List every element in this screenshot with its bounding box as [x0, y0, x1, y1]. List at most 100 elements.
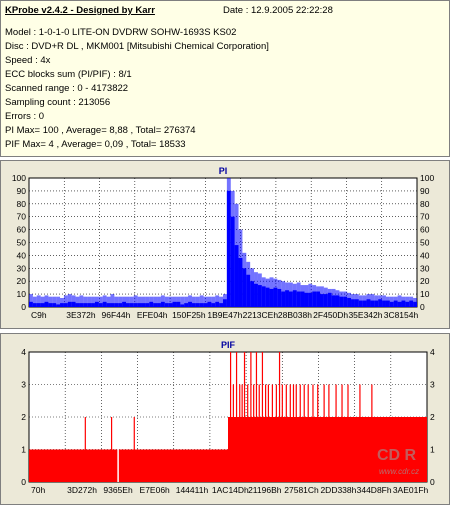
pi-bar [362, 300, 367, 307]
pi-bar [347, 297, 352, 307]
pi-bar [215, 301, 220, 307]
pi-bar [110, 303, 115, 307]
pi-bar [67, 301, 72, 307]
pi-bar [308, 292, 313, 307]
pi-ytick-right: 80 [420, 199, 430, 209]
pi-ytick-left: 70 [17, 212, 27, 222]
pi-bar [323, 294, 328, 307]
pi-bar [300, 291, 305, 307]
info-speed: Speed : 4x [5, 55, 51, 66]
pi-bar [285, 290, 289, 307]
pi-bar [29, 301, 33, 307]
pi-bar [226, 190, 231, 307]
pi-bar [32, 303, 37, 307]
pi-bar [44, 301, 49, 307]
pi-bar [149, 301, 154, 307]
pi-bar [257, 285, 262, 307]
pi-bar [172, 301, 177, 307]
pi-bar [60, 303, 64, 307]
pi-bar [405, 301, 410, 307]
pif-xtick: 2DD338h [320, 485, 356, 495]
pif-spike [247, 384, 249, 482]
pif-spike [347, 384, 349, 482]
pif-spike [110, 417, 113, 482]
pi-ytick-right: 100 [420, 173, 434, 183]
pi-bar [312, 291, 317, 307]
pif-spike [275, 384, 277, 482]
pi-bar [269, 288, 274, 307]
pif-spike [239, 384, 241, 482]
pi-bar [133, 303, 138, 307]
pi-bar [219, 303, 223, 307]
pi-bar [335, 295, 340, 307]
pif-xtick: 3D272h [67, 485, 97, 495]
pi-bar [168, 303, 173, 307]
pif-spike [307, 384, 309, 482]
pi-bar [413, 301, 417, 307]
pi-bar [320, 294, 324, 307]
pi-bar [277, 288, 282, 307]
pi-bar [331, 295, 336, 307]
pi-bar [250, 281, 255, 307]
pif-chart-title: PIF [221, 340, 236, 350]
pif-ytick-left: 2 [21, 412, 26, 422]
pif-xtick: 27581Ch [284, 485, 319, 495]
pi-bar [366, 299, 371, 307]
pi-plot-area [28, 177, 418, 308]
pif-spike [235, 352, 238, 482]
pif-ytick-right: 2 [430, 412, 435, 422]
pi-ytick-right: 70 [420, 212, 430, 222]
pi-bar [199, 303, 204, 307]
pif-spike [232, 384, 234, 482]
pi-bar [98, 303, 103, 307]
pi-xtick: 3E372h [66, 310, 96, 320]
pi-bar [184, 303, 189, 307]
pi-bar [238, 257, 243, 307]
pi-bar [114, 303, 119, 307]
pi-bar [203, 303, 208, 307]
pif-spike [295, 384, 297, 482]
pi-bar [273, 287, 278, 307]
pi-ytick-left: 0 [21, 302, 26, 312]
info-ecc: ECC blocks sum (PI/PIF) : 8/1 [5, 69, 132, 80]
pi-bar [118, 303, 123, 307]
pi-bar [137, 303, 142, 307]
pi-bar [292, 290, 297, 307]
kprobe-window: KProbe v2.4.2 - Designed by Karr Date : … [0, 0, 450, 505]
pif-spike [84, 417, 86, 482]
pif-spike [289, 384, 291, 482]
pif-ytick-right: 4 [430, 347, 435, 357]
pi-xtick: C9h [31, 310, 47, 320]
pi-bar [180, 304, 185, 307]
pi-bar [389, 301, 394, 307]
pif-spike [261, 352, 264, 482]
pif-ytick-left: 1 [21, 445, 26, 455]
pi-ytick-left: 40 [17, 250, 27, 260]
pi-bar [281, 291, 286, 307]
pi-bar [176, 301, 181, 307]
pif-spike [317, 384, 319, 482]
pi-bar [261, 286, 266, 307]
pif-xtick: 1AC14Dh [212, 485, 249, 495]
pi-ytick-left: 30 [17, 263, 27, 273]
pi-bar [401, 300, 406, 307]
pi-xtick: 28B038h [278, 310, 312, 320]
pi-ytick-left: 80 [17, 199, 27, 209]
scan-date: Date : 12.9.2005 22:22:28 [223, 5, 333, 16]
pi-bar [75, 303, 80, 307]
pi-bar [164, 303, 169, 307]
pi-chart-panel: PI 0 0 10 10 20 20 30 30 40 40 50 50 60 60 70 70 80 80 90 90… [0, 160, 450, 329]
pi-bar [296, 291, 301, 307]
pif-ytick-right: 3 [430, 380, 435, 390]
pi-bar [129, 303, 134, 307]
pif-spike [341, 384, 343, 482]
pif-dip [117, 449, 119, 482]
pi-bar [195, 303, 200, 307]
pi-bar [339, 296, 344, 307]
pi-bar [265, 287, 270, 307]
cdr-logo-watermark: CD R [377, 447, 417, 464]
pi-bar [397, 301, 402, 307]
pif-spike [258, 384, 260, 482]
info-pif-stats: PIF Max= 4 , Average= 0,09 , Total= 1853… [5, 139, 186, 150]
pi-xtick: 96F44h [102, 310, 131, 320]
